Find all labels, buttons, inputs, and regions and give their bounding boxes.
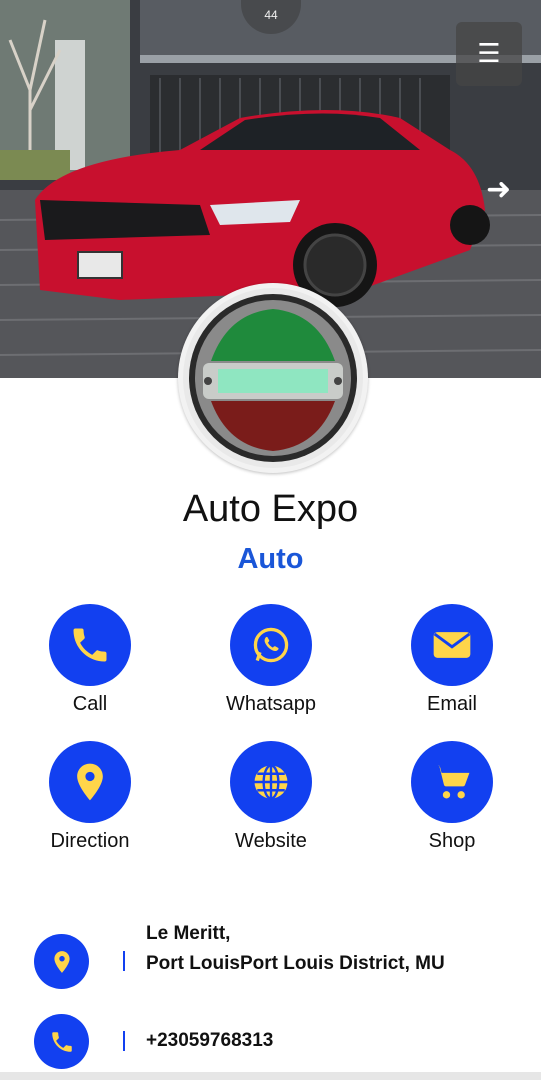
phone-icon bbox=[51, 1031, 72, 1052]
address-line1: Le Meritt, bbox=[146, 923, 231, 944]
menu-button[interactable]: ☰ bbox=[456, 22, 522, 86]
phone-row[interactable]: +23059768313 bbox=[0, 1013, 541, 1071]
phone-icon-circle bbox=[34, 1014, 89, 1069]
call-label: Call bbox=[72, 693, 108, 715]
phone-divider bbox=[123, 1031, 125, 1051]
call-circle[interactable] bbox=[49, 604, 131, 686]
envelope-icon bbox=[433, 632, 471, 658]
address-icon-circle bbox=[34, 934, 89, 989]
address-text: Le Meritt, Port LouisPort Louis District… bbox=[146, 919, 445, 979]
category-label: Auto bbox=[237, 543, 304, 575]
page-title: Auto Expo bbox=[182, 488, 359, 530]
email-label: Email bbox=[426, 693, 477, 715]
globe-icon bbox=[254, 764, 288, 800]
address-line2: Port LouisPort Louis District, MU bbox=[146, 953, 445, 974]
bottom-bar bbox=[0, 1072, 541, 1080]
direction-circle[interactable] bbox=[49, 741, 131, 823]
whatsapp-button[interactable]: Whatsapp bbox=[191, 604, 351, 716]
website-circle[interactable] bbox=[230, 741, 312, 823]
whatsapp-label: Whatsapp bbox=[225, 693, 317, 715]
map-pin-icon bbox=[53, 950, 70, 973]
cart-icon bbox=[433, 765, 470, 799]
profile-logo bbox=[178, 283, 368, 473]
direction-label: Direction bbox=[50, 830, 130, 852]
website-button[interactable]: Website bbox=[191, 741, 351, 853]
phone-number[interactable]: +23059768313 bbox=[146, 1026, 273, 1056]
address-divider bbox=[123, 951, 125, 971]
address-row[interactable]: Le Meritt, Port LouisPort Louis District… bbox=[0, 918, 541, 1008]
direction-button[interactable]: Direction bbox=[10, 741, 170, 853]
whatsapp-circle[interactable] bbox=[230, 604, 312, 686]
whatsapp-icon bbox=[253, 627, 289, 663]
shop-circle[interactable] bbox=[411, 741, 493, 823]
phone-icon bbox=[73, 628, 107, 662]
email-button[interactable]: Email bbox=[372, 604, 532, 716]
map-pin-icon bbox=[77, 763, 103, 801]
shop-button[interactable]: Shop bbox=[372, 741, 532, 853]
shop-label: Shop bbox=[428, 830, 476, 852]
hamburger-icon: ☰ bbox=[477, 39, 501, 69]
email-circle[interactable] bbox=[411, 604, 493, 686]
call-button[interactable]: Call bbox=[10, 604, 170, 716]
arrow-right-icon[interactable]: ➜ bbox=[486, 172, 511, 207]
website-label: Website bbox=[235, 830, 307, 852]
